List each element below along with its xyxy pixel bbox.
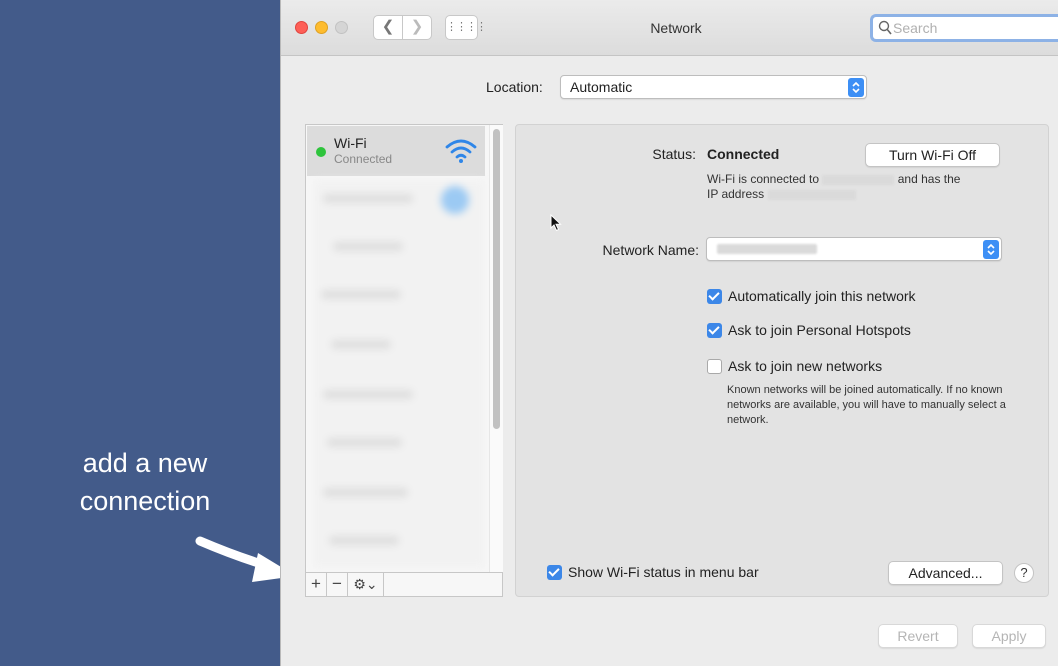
show-status-checkbox[interactable] xyxy=(547,565,562,580)
new-networks-checkbox[interactable] xyxy=(707,359,722,374)
blurred-service-list xyxy=(313,180,485,568)
status-desc-part1: Wi-Fi is connected to xyxy=(707,172,820,186)
list-item xyxy=(331,340,391,349)
grid-icon: ⋮⋮⋮⋮ xyxy=(446,21,487,33)
status-value: Connected xyxy=(707,146,780,162)
mouse-cursor-icon xyxy=(550,214,562,232)
service-list-toolbar: + − ⚙⌄ xyxy=(305,572,503,597)
auto-join-checkbox[interactable] xyxy=(707,289,722,304)
list-item xyxy=(327,438,402,447)
search-field[interactable] xyxy=(870,14,1058,42)
location-value: Automatic xyxy=(570,79,633,95)
list-item xyxy=(323,194,413,203)
minimize-button[interactable] xyxy=(315,21,328,34)
scroll-thumb[interactable] xyxy=(493,129,500,429)
revert-button[interactable]: Revert xyxy=(878,624,958,648)
network-name-popup[interactable] xyxy=(706,237,1002,261)
service-status: Connected xyxy=(334,152,393,166)
redacted-ip xyxy=(767,189,856,200)
forward-button[interactable]: ❯ xyxy=(402,15,432,40)
personal-hotspot-label: Ask to join Personal Hotspots xyxy=(728,322,911,338)
detail-panel: Status: Connected Turn Wi-Fi Off Wi-Fi i… xyxy=(515,124,1049,597)
new-networks-label: Ask to join new networks xyxy=(728,358,883,374)
search-icon xyxy=(878,20,892,35)
remove-service-button[interactable]: − xyxy=(327,573,348,596)
status-label: Status: xyxy=(652,146,696,162)
location-popup[interactable]: Automatic xyxy=(560,75,867,99)
status-description: Wi-Fi is connected to and has the IP add… xyxy=(707,172,1007,202)
list-item xyxy=(329,536,399,545)
chevron-right-icon: ❯ xyxy=(410,18,424,35)
status-desc-part3: IP address xyxy=(707,187,765,201)
network-name-label: Network Name: xyxy=(602,242,699,258)
location-label: Location: xyxy=(486,79,543,95)
gear-menu-button[interactable]: ⚙⌄ xyxy=(348,573,384,596)
status-desc-part2: and has the xyxy=(897,172,961,186)
personal-hotspot-checkbox[interactable] xyxy=(707,323,722,338)
list-item xyxy=(323,488,408,497)
annotation-arrow xyxy=(195,536,296,582)
annotation-line-1: add a new xyxy=(82,448,208,478)
service-item-wifi[interactable]: Wi-Fi Connected xyxy=(307,126,485,176)
service-name: Wi-Fi xyxy=(334,135,367,151)
apply-button[interactable]: Apply xyxy=(972,624,1046,648)
title-bar: ❮ ❯ ⋮⋮⋮⋮ Network xyxy=(281,0,1058,56)
network-preferences-window: ❮ ❯ ⋮⋮⋮⋮ Network Location: Automatic Wi-… xyxy=(280,0,1058,666)
zoom-button[interactable] xyxy=(335,21,348,34)
popup-stepper-icon xyxy=(983,240,999,259)
auto-join-label: Automatically join this network xyxy=(728,288,916,304)
show-status-label: Show Wi-Fi status in menu bar xyxy=(568,564,759,580)
window-title: Network xyxy=(650,20,702,36)
wifi-icon xyxy=(445,139,477,163)
list-item xyxy=(321,290,401,299)
annotation-line-2: connection xyxy=(79,486,211,516)
popup-stepper-icon xyxy=(848,78,864,97)
redacted-network xyxy=(822,174,895,185)
status-dot xyxy=(316,147,326,157)
redacted-network-name xyxy=(717,244,817,254)
advanced-button[interactable]: Advanced... xyxy=(888,561,1003,585)
sidebar-scrollbar[interactable] xyxy=(489,125,503,572)
list-item xyxy=(323,390,413,399)
chevron-left-icon: ❮ xyxy=(381,18,395,35)
close-button[interactable] xyxy=(295,21,308,34)
search-input[interactable] xyxy=(893,19,1043,37)
new-networks-note: Known networks will be joined automatica… xyxy=(727,384,1006,426)
help-button[interactable]: ? xyxy=(1014,563,1034,583)
list-item xyxy=(333,242,403,251)
turn-wifi-off-button[interactable]: Turn Wi-Fi Off xyxy=(865,143,1000,167)
show-all-button[interactable]: ⋮⋮⋮⋮ xyxy=(445,15,487,40)
service-list: Wi-Fi Connected xyxy=(305,124,503,573)
add-service-button[interactable]: + xyxy=(306,573,327,596)
gear-icon: ⚙⌄ xyxy=(353,576,378,592)
annotation-text: add a new connection xyxy=(40,444,250,520)
blurred-icon xyxy=(441,186,469,214)
back-button[interactable]: ❮ xyxy=(373,15,403,40)
